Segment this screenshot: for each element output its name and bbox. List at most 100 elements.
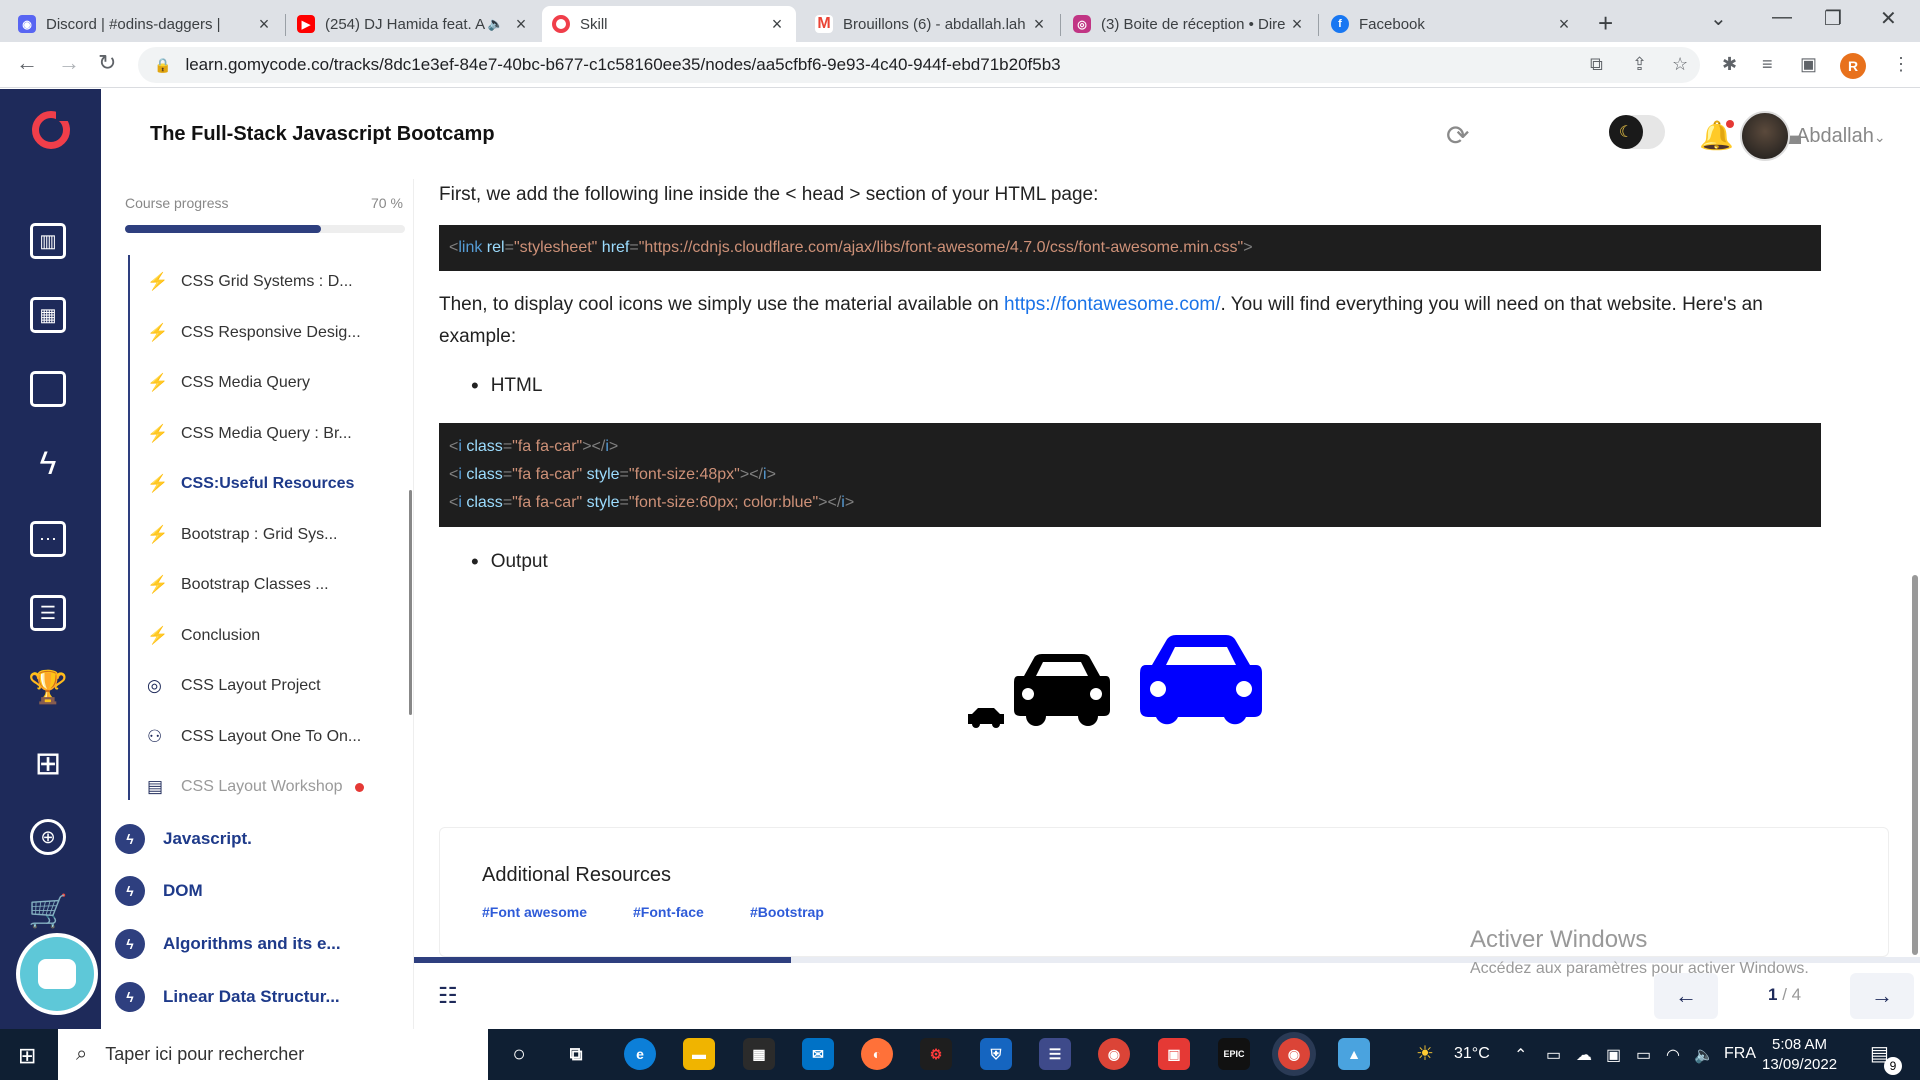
trophy-icon[interactable]: 🏆	[28, 669, 68, 705]
lesson-item[interactable]: ▤ CSS Layout Workshop	[135, 767, 405, 807]
article-icon[interactable]: ☰	[30, 595, 66, 631]
windows-start-icon[interactable]: ⊞	[18, 1043, 36, 1069]
page-scrollbar[interactable]	[1912, 575, 1918, 955]
store-icon[interactable]: ▦	[743, 1038, 775, 1070]
globe-icon[interactable]: ⊕	[30, 819, 66, 855]
media-controls-icon[interactable]: ≡	[1762, 54, 1773, 75]
lesson-label: CSS Grid Systems : D...	[181, 273, 353, 290]
resource-tag[interactable]: #Font-face	[633, 904, 704, 920]
teams-icon[interactable]: ☰	[1039, 1038, 1071, 1070]
task-view-icon[interactable]: ⧉	[560, 1038, 592, 1070]
user-menu[interactable]: Abdallah⌄	[1796, 125, 1886, 148]
module-item[interactable]: ϟ DOM	[115, 871, 203, 911]
module-item[interactable]: ϟ Linear Data Structur...	[115, 977, 340, 1017]
lesson-item[interactable]: ⚡ CSS Media Query : Br...	[135, 414, 405, 454]
close-tab-icon[interactable]: ×	[512, 14, 530, 35]
weather-icon[interactable]: ☀	[1416, 1041, 1434, 1066]
calendar-icon[interactable]: ▦	[30, 297, 66, 333]
close-window-button[interactable]: ✕	[1880, 6, 1897, 31]
tab-instagram[interactable]: ◎ (3) Boite de réception • Dire ×	[1063, 6, 1316, 42]
edge-icon[interactable]: e	[624, 1038, 656, 1070]
new-tab-button[interactable]: +	[1598, 8, 1613, 39]
fontawesome-link[interactable]: https://fontawesome.com/	[1004, 294, 1221, 315]
minimize-button[interactable]: —	[1772, 6, 1792, 29]
chat-icon[interactable]: ⋯	[30, 521, 66, 557]
browser-menu-icon[interactable]: ⋮	[1892, 54, 1910, 75]
outline-menu-icon[interactable]: ☷	[438, 983, 458, 1009]
close-tab-icon[interactable]: ×	[255, 14, 273, 35]
resource-tag[interactable]: #Bootstrap	[750, 904, 824, 920]
lesson-item[interactable]: ⚡ Bootstrap Classes ...	[135, 565, 405, 605]
share-icon[interactable]: ⇪	[1632, 54, 1647, 75]
close-tab-icon[interactable]: ×	[1288, 14, 1306, 35]
display-icon[interactable]: ▣	[1606, 1045, 1621, 1065]
mail-icon[interactable]: ✉	[802, 1038, 834, 1070]
tab-youtube[interactable]: ▶ (254) DJ Hamida feat. A 🔈 ×	[287, 6, 540, 42]
tab-gmail[interactable]: M Brouillons (6) - abdallah.lah ×	[805, 6, 1058, 42]
module-item[interactable]: ϟ Algorithms and its e...	[115, 924, 341, 964]
lesson-item[interactable]: ⚡ Conclusion	[135, 616, 405, 656]
lesson-item[interactable]: ⚇ CSS Layout One To On...	[135, 717, 405, 757]
side-panel-icon[interactable]: ▣	[1800, 54, 1817, 75]
tray-chevron-icon[interactable]: ⌃	[1514, 1045, 1527, 1065]
translate-icon[interactable]: ⧉	[1590, 54, 1603, 75]
taskbar-search[interactable]: ⌕ Taper ici pour rechercher	[58, 1029, 488, 1080]
language-indicator[interactable]: FRA	[1724, 1045, 1756, 1063]
url-field[interactable]: 🔒 learn.gomycode.co/tracks/8dc1e3ef-84e7…	[138, 47, 1700, 83]
lesson-item[interactable]: ⚡ Bootstrap : Grid Sys...	[135, 515, 405, 555]
lesson-item[interactable]: ⚡ CSS Grid Systems : D...	[135, 262, 405, 302]
lock-icon: 🔒	[154, 56, 172, 73]
profile-avatar[interactable]: R	[1840, 53, 1866, 79]
cloud-icon[interactable]: ☁	[1576, 1045, 1592, 1065]
tab-discord[interactable]: ◉ Discord | #odins-daggers | ×	[8, 6, 283, 42]
previous-page-button[interactable]: ←	[1654, 973, 1718, 1019]
volume-icon[interactable]: 🔈	[1694, 1045, 1714, 1065]
dark-mode-toggle[interactable]: ☾	[1609, 115, 1665, 149]
bookmark-star-icon[interactable]: ☆	[1672, 54, 1688, 75]
close-tab-icon[interactable]: ×	[1555, 14, 1573, 35]
resource-tag[interactable]: #Font awesome	[482, 904, 587, 920]
chrome-icon[interactable]: ◉	[1098, 1038, 1130, 1070]
lesson-item[interactable]: ⚡ CSS Responsive Desig...	[135, 313, 405, 353]
next-page-button[interactable]: →	[1850, 973, 1914, 1019]
sync-icon[interactable]: ⟳	[1446, 119, 1469, 152]
weather-temp[interactable]: 31°C	[1454, 1045, 1490, 1063]
file-explorer-icon[interactable]: ▬	[683, 1038, 715, 1070]
dashboard-icon[interactable]: ▥	[30, 223, 66, 259]
lesson-item-active[interactable]: ⚡ CSS:Useful Resources	[135, 464, 405, 504]
user-avatar[interactable]	[1740, 111, 1790, 161]
wifi-icon[interactable]: ◠	[1666, 1045, 1680, 1065]
gomycode-logo[interactable]	[32, 111, 70, 149]
lesson-item[interactable]: ◎ CSS Layout Project	[135, 666, 405, 706]
close-tab-icon[interactable]: ×	[1030, 14, 1048, 35]
firefox-icon[interactable]: ◐	[861, 1038, 893, 1070]
hierarchy-icon[interactable]: ⊞	[30, 745, 66, 781]
photos-icon[interactable]: ▲	[1338, 1038, 1370, 1070]
close-tab-icon[interactable]: ×	[768, 14, 786, 35]
lightning-icon[interactable]: ϟ	[30, 445, 66, 481]
module-item[interactable]: ϟ Javascript.	[115, 819, 252, 859]
chrome-profile-icon[interactable]: ◉	[1278, 1038, 1310, 1070]
support-chat-button[interactable]	[20, 937, 94, 1011]
red-app-icon[interactable]: ▣	[1158, 1038, 1190, 1070]
battery-icon[interactable]: ▭	[1636, 1045, 1651, 1065]
speaker-icon[interactable]: 🔈	[488, 16, 504, 32]
extensions-icon[interactable]: ✱	[1722, 54, 1737, 75]
cortana-icon[interactable]: ○	[503, 1038, 535, 1070]
reload-icon[interactable]: ↻	[98, 50, 116, 76]
tab-facebook[interactable]: f Facebook ×	[1321, 6, 1583, 42]
back-icon[interactable]: ←	[16, 50, 38, 76]
restore-button[interactable]: ❐	[1824, 6, 1842, 31]
laptop-icon[interactable]	[30, 371, 66, 407]
sidebar-scrollbar[interactable]	[409, 490, 412, 715]
lesson-item[interactable]: ⚡ CSS Media Query	[135, 363, 405, 403]
game-app-icon[interactable]: ⚙	[920, 1038, 952, 1070]
tab-skill[interactable]: Skill ×	[542, 6, 796, 42]
tray-app-icon[interactable]: ▭	[1546, 1045, 1561, 1065]
forward-icon[interactable]: →	[58, 50, 80, 76]
cart-icon[interactable]: 🛒	[28, 893, 68, 929]
security-shield-icon[interactable]: ⛨	[980, 1038, 1012, 1070]
tab-search-icon[interactable]: ⌄	[1710, 6, 1727, 31]
epic-games-icon[interactable]: EPIC	[1218, 1038, 1250, 1070]
taskbar-clock[interactable]: 5:08 AM 13/09/2022	[1762, 1035, 1837, 1075]
